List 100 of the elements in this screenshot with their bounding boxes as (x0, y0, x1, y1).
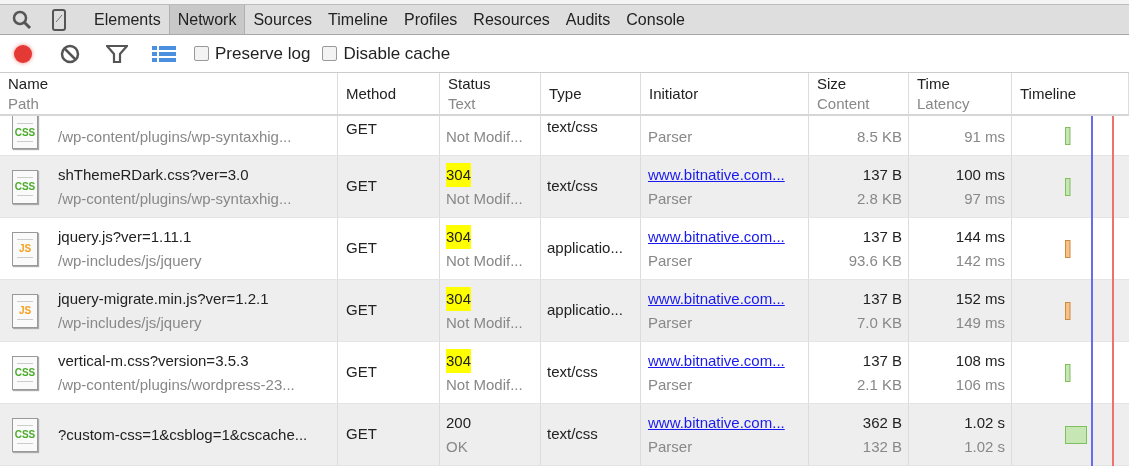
initiator-link[interactable]: www.bitnative.com... (648, 162, 801, 187)
file-icon: JS (12, 293, 38, 328)
request-name[interactable]: jquery-migrate.min.js?ver=1.2.1 (58, 286, 269, 311)
type-text: text/css (547, 117, 599, 137)
column-subheader[interactable]: Path (8, 93, 329, 114)
request-name[interactable]: vertical-m.css?version=3.5.3 (58, 348, 295, 373)
clear-icon[interactable] (60, 43, 80, 64)
type-text: text/css (547, 176, 599, 197)
status-text: Not Modif... (446, 127, 524, 147)
column-header[interactable]: Initiator (649, 83, 800, 104)
latency-text: 1.02 s (964, 436, 1005, 457)
column-header[interactable]: Timeline (1020, 83, 1120, 104)
status-code: 304 (446, 162, 472, 187)
status-code: 304 (446, 286, 472, 311)
initiator-type: Parser (648, 436, 694, 457)
content-size-text: 2.8 KB (856, 188, 902, 209)
column-subheader[interactable]: Text (448, 93, 532, 114)
panel-tab[interactable]: Elements (86, 5, 169, 34)
initiator-link[interactable]: www.bitnative.com... (648, 410, 801, 435)
file-icon: JS (12, 231, 38, 266)
status-text: Not Modif... (446, 374, 524, 395)
file-icon: CSS (12, 355, 38, 390)
type-text: applicatio... (547, 300, 624, 321)
column-header[interactable]: Status (448, 73, 532, 94)
record-button[interactable] (14, 44, 32, 63)
checkbox-label: Disable cache (343, 42, 451, 65)
panel-tab[interactable]: Resources (465, 5, 558, 34)
checkbox[interactable] (322, 46, 338, 61)
initiator-type: Parser (648, 127, 694, 147)
size-text: 137 B (862, 350, 902, 371)
latency-text: 149 ms (955, 312, 1005, 333)
status-text: OK (446, 436, 469, 457)
file-icon: CSS (12, 417, 38, 452)
size-text: 137 B (862, 288, 902, 309)
initiator-link[interactable]: www.bitnative.com... (648, 224, 801, 249)
status-code: 200 (446, 412, 472, 433)
content-size-text: 132 B (862, 436, 902, 457)
column-header[interactable]: Size (817, 73, 900, 94)
request-path: /wp-includes/js/jquery (58, 250, 202, 271)
initiator-type: Parser (648, 312, 694, 333)
column-subheader[interactable]: Content (817, 93, 900, 114)
column-header[interactable]: Time (917, 73, 1003, 94)
request-path: /wp-content/plugins/wp-syntaxhig... (58, 188, 292, 209)
panel-tab[interactable]: Timeline (320, 5, 396, 34)
list-view-icon[interactable] (152, 44, 176, 63)
type-text: text/css (547, 424, 599, 445)
column-subheader[interactable]: Latency (917, 93, 1003, 114)
status-text: Not Modif... (446, 312, 524, 333)
mobile-device-icon[interactable] (52, 8, 66, 31)
initiator-link[interactable]: www.bitnative.com... (648, 348, 801, 373)
request-path: /wp-content/plugins/wordpress-23... (58, 374, 295, 395)
filter-icon[interactable] (106, 43, 128, 64)
method-text: GET (346, 300, 378, 321)
request-path: /wp-includes/js/jquery (58, 312, 203, 333)
checkbox-label: Preserve log (215, 42, 311, 65)
initiator-type: Parser (648, 250, 694, 271)
time-text: 152 ms (955, 288, 1005, 309)
content-size-text: 8.5 KB (856, 127, 902, 147)
panel-tab[interactable]: Profiles (395, 5, 466, 34)
initiator-link[interactable]: www.bitnative.com... (648, 286, 801, 311)
size-text: 362 B (862, 412, 902, 433)
request-name[interactable]: ?custom-css=1&csblog=1&cscache... (58, 422, 308, 447)
time-text: 100 ms (955, 164, 1005, 185)
method-text: GET (346, 119, 377, 140)
status-code: 304 (446, 224, 472, 249)
status-text: Not Modif... (446, 188, 524, 209)
request-path: /wp-content/plugins/wp-syntaxhig... (58, 127, 292, 147)
method-text: GET (346, 238, 378, 259)
type-text: text/css (547, 362, 599, 383)
time-text: 108 ms (955, 350, 1005, 371)
latency-text: 91 ms (964, 127, 1005, 147)
request-name[interactable]: shThemeRDark.css?ver=3.0 (58, 162, 292, 187)
size-text: 137 B (862, 164, 902, 185)
latency-text: 97 ms (964, 188, 1005, 209)
latency-text: 142 ms (955, 250, 1005, 271)
search-icon[interactable] (12, 9, 32, 30)
initiator-type: Parser (648, 188, 694, 209)
file-icon: CSS (12, 169, 38, 204)
column-header[interactable]: Type (549, 83, 632, 104)
column-header[interactable]: Method (346, 83, 431, 104)
panel-tab[interactable]: Network (168, 5, 246, 34)
method-text: GET (346, 424, 378, 445)
content-size-text: 2.1 KB (856, 374, 902, 395)
request-name[interactable]: jquery.js?ver=1.11.1 (58, 224, 202, 249)
column-header[interactable]: Name (8, 73, 329, 94)
content-size-text: 7.0 KB (856, 312, 902, 333)
panel-tab[interactable]: Console (618, 5, 693, 34)
panel-tab[interactable]: Sources (245, 5, 321, 34)
type-text: applicatio... (547, 238, 624, 259)
method-text: GET (346, 176, 378, 197)
file-icon: CSS (12, 116, 38, 149)
initiator-type: Parser (648, 374, 694, 395)
time-text: 144 ms (955, 226, 1005, 247)
panel-tab[interactable]: Audits (557, 5, 619, 34)
status-code: 304 (446, 348, 472, 373)
content-size-text: 93.6 KB (848, 250, 902, 271)
status-text: Not Modif... (446, 250, 524, 271)
latency-text: 106 ms (955, 374, 1005, 395)
method-text: GET (346, 362, 378, 383)
checkbox[interactable] (194, 46, 209, 61)
